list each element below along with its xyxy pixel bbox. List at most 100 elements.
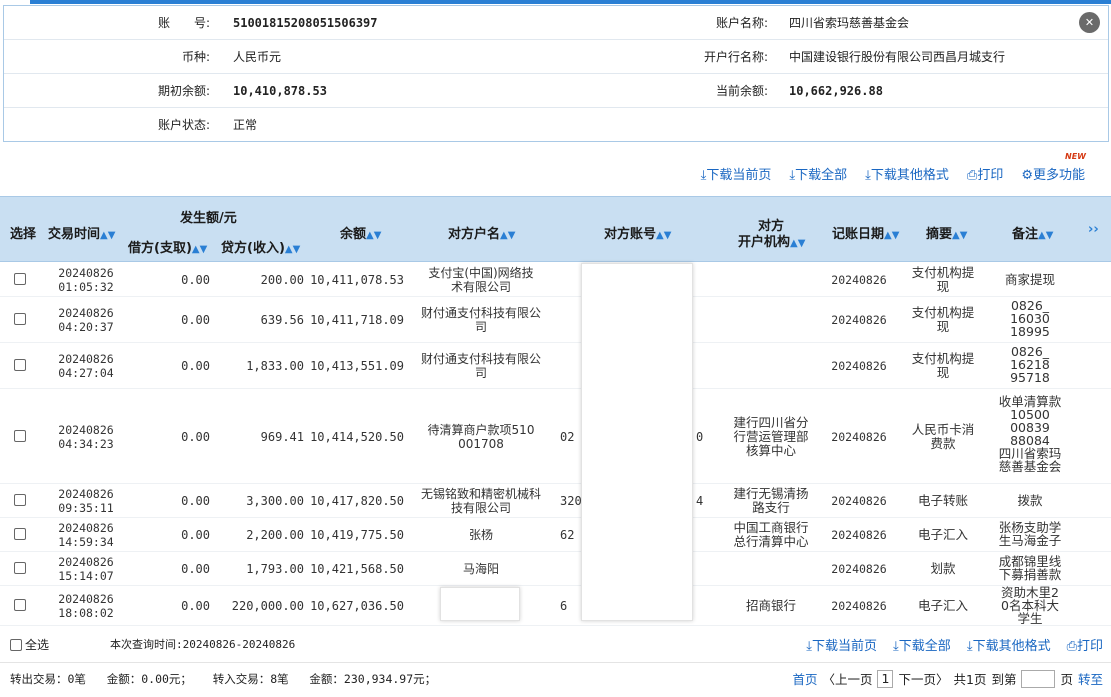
close-icon[interactable]: ✕ bbox=[1079, 12, 1100, 33]
table-row[interactable]: 20240826 15:14:07 0.00 1,793.00 10,421,568.5… bbox=[0, 552, 1111, 586]
summary-text: 转出交易：0笔 金额：0.00元； 转入交易：8笔 金额：230,934.97元… bbox=[10, 671, 436, 687]
table-row[interactable]: 20240826 04:27:04 0.00 1,833.00 10,413,551.0… bbox=[0, 343, 1111, 389]
in-count: 转入交易：8笔 bbox=[212, 672, 289, 686]
footer-download-page[interactable]: ⤓下载当前页 bbox=[806, 635, 877, 654]
cell-debit: 0.00 bbox=[181, 359, 210, 373]
cell-name-line1: 财付通支付科技有限公 bbox=[420, 352, 541, 366]
row-checkbox[interactable] bbox=[14, 272, 26, 285]
cell-name-line1: 张杨 bbox=[468, 528, 493, 542]
col-counterparty-bank[interactable]: 开户机构▲▼ bbox=[738, 231, 805, 250]
col-credit[interactable]: 贷方(收入)▲▼ bbox=[221, 237, 300, 256]
footer-download-page-label: 下载当前页 bbox=[812, 639, 878, 654]
row-checkbox[interactable] bbox=[14, 494, 26, 506]
cell-remark: 商家提现 bbox=[990, 273, 1070, 286]
download-page-button[interactable]: ⤓下载当前页 bbox=[701, 164, 772, 184]
col-summary[interactable]: 摘要▲▼ bbox=[926, 223, 967, 242]
table-row[interactable]: 20240826 01:05:32 0.00 200.00 10,411,078.53 支… bbox=[0, 262, 1111, 297]
sort-icon: ▲▼ bbox=[100, 230, 116, 241]
cell-summary-line1: 支付机构提 bbox=[911, 351, 975, 366]
cell-summary-line2: 费款 bbox=[930, 435, 956, 451]
query-time: 本次查询时间:20240826-20240826 bbox=[110, 638, 296, 651]
more-columns-icon[interactable]: ›› bbox=[1088, 222, 1099, 237]
table-row[interactable]: 20240826 04:34:23 0.00 969.41 10,414,520.50 待… bbox=[0, 389, 1111, 484]
download-all-button[interactable]: ⤓下载全部 bbox=[789, 164, 847, 184]
col-counterparty-account[interactable]: 对方账号▲▼ bbox=[604, 223, 671, 242]
cell-time-text: 01:05:32 bbox=[58, 279, 114, 294]
cell-remark-line: 慈善基金会 bbox=[998, 458, 1062, 474]
table-row[interactable]: 20240826 14:59:34 0.00 2,200.00 10,419,775.5… bbox=[0, 518, 1111, 552]
col-debit-label: 借方(支取) bbox=[128, 241, 192, 256]
col-remark[interactable]: 备注▲▼ bbox=[1012, 223, 1053, 242]
bank-name-label: 开户行名称: bbox=[703, 50, 768, 64]
cell-bank-line2: 路支行 bbox=[752, 500, 790, 515]
cell-balance: 10,419,775.50 bbox=[310, 528, 404, 542]
cell-debit: 0.00 bbox=[181, 562, 210, 576]
cell-balance: 10,421,568.50 bbox=[310, 562, 404, 576]
info-row-status: 账户状态: 正常 bbox=[4, 108, 1108, 142]
sort-icon: ▲▼ bbox=[952, 230, 968, 241]
col-balance[interactable]: 余额▲▼ bbox=[340, 223, 381, 242]
cell-bank-line3: 核算中心 bbox=[745, 442, 796, 458]
cell-credit: 1,793.00 bbox=[246, 562, 304, 576]
table-row[interactable]: 20240826 09:35:11 0.00 3,300.00 10,417,820.5… bbox=[0, 484, 1111, 518]
download-other-label: 下载其他格式 bbox=[870, 168, 949, 183]
cell-summary-line2: 现 bbox=[936, 278, 950, 294]
row-checkbox[interactable] bbox=[14, 599, 26, 611]
table-row[interactable]: 20240826 04:20:37 0.00 639.56 10,411,718.09 财… bbox=[0, 297, 1111, 343]
select-all[interactable]: 全选 bbox=[10, 636, 49, 653]
row-checkbox[interactable] bbox=[14, 528, 26, 540]
col-summary-label: 摘要 bbox=[926, 227, 953, 242]
more-features-button[interactable]: ⚙更多功能 bbox=[1021, 164, 1085, 184]
next-page-link[interactable]: 下一页〉 bbox=[898, 669, 948, 688]
cell-remark-line: 生马海金子 bbox=[998, 533, 1062, 548]
printer-icon: ⎙ bbox=[966, 168, 978, 183]
cell-counterparty-name: 马海阳 bbox=[410, 562, 552, 576]
cell-summary: 人民币卡消 费款 bbox=[900, 422, 986, 451]
col-post-date[interactable]: 记账日期▲▼ bbox=[832, 223, 899, 242]
cell-post-date: 20240826 bbox=[831, 359, 887, 373]
print-button[interactable]: ⎙打印 bbox=[967, 164, 1003, 184]
cell-remark-line: 学生 bbox=[1017, 611, 1043, 626]
cell-bank-line2: 行营运管理部 bbox=[733, 428, 809, 444]
footer-print[interactable]: ⎙打印 bbox=[1067, 635, 1103, 654]
account-number-value: 51001815208051506397 bbox=[233, 16, 378, 30]
footer-summary: 转出交易：0笔 金额：0.00元； 转入交易：8笔 金额：230,934.97元… bbox=[0, 662, 1111, 692]
new-badge: NEW bbox=[1065, 152, 1086, 161]
cell-balance: 10,417,820.50 bbox=[310, 494, 404, 508]
footer-download-all[interactable]: ⤓下载全部 bbox=[893, 635, 951, 654]
cell-post-date: 20240826 bbox=[831, 528, 887, 542]
download-other-button[interactable]: ⤓下载其他格式 bbox=[865, 164, 949, 184]
goto-page-input[interactable] bbox=[1021, 669, 1056, 688]
footer-actions: 全选 本次查询时间:20240826-20240826 ⤓下载当前页 ⤓下载全部… bbox=[0, 628, 1111, 658]
cell-time: 20240826 18:08:02 bbox=[45, 592, 127, 620]
cell-summary-line1: 支付机构提 bbox=[911, 305, 975, 320]
col-time[interactable]: 交易时间▲▼ bbox=[48, 223, 115, 242]
cell-counterparty-account-tail: 0 bbox=[696, 429, 704, 444]
footer-download-other[interactable]: ⤓下载其他格式 bbox=[967, 635, 1051, 654]
row-checkbox[interactable] bbox=[14, 429, 26, 442]
col-amount-group: 发生额/元 bbox=[180, 211, 237, 226]
cell-debit: 0.00 bbox=[181, 429, 210, 444]
row-checkbox[interactable] bbox=[14, 359, 26, 371]
row-checkbox[interactable] bbox=[14, 562, 26, 574]
goto-button[interactable]: 转至 bbox=[1078, 669, 1103, 688]
cell-name-line2: 技有限公司 bbox=[450, 501, 511, 515]
cell-summary-line2: 现 bbox=[936, 319, 950, 334]
active-tab-indicator[interactable] bbox=[0, 0, 30, 4]
col-counterparty-name[interactable]: 对方户名▲▼ bbox=[448, 223, 515, 242]
select-all-checkbox[interactable] bbox=[10, 638, 22, 651]
cell-remark: 张杨支助学 生马海金子 bbox=[990, 521, 1070, 547]
table-row[interactable]: 20240826 18:08:02 0.00 220,000.00 10,627,036… bbox=[0, 586, 1111, 626]
redaction-mask bbox=[440, 587, 520, 621]
cell-balance: 10,414,520.50 bbox=[310, 429, 404, 444]
cell-remark: 0826_ 16218 95718 bbox=[990, 345, 1070, 384]
cell-time: 20240826 09:35:11 bbox=[45, 487, 127, 515]
col-debit[interactable]: 借方(支取)▲▼ bbox=[128, 237, 207, 256]
first-page-link[interactable]: 首页 bbox=[792, 669, 817, 688]
row-checkbox[interactable] bbox=[14, 313, 26, 325]
cell-credit: 969.41 bbox=[260, 429, 304, 444]
cell-counterparty-name: 财付通支付科技有限公司 bbox=[410, 352, 552, 380]
prev-page-link[interactable]: 〈上一页 bbox=[822, 669, 872, 688]
current-balance-label: 当前余额: bbox=[715, 84, 768, 98]
current-page[interactable]: 1 bbox=[877, 669, 894, 688]
